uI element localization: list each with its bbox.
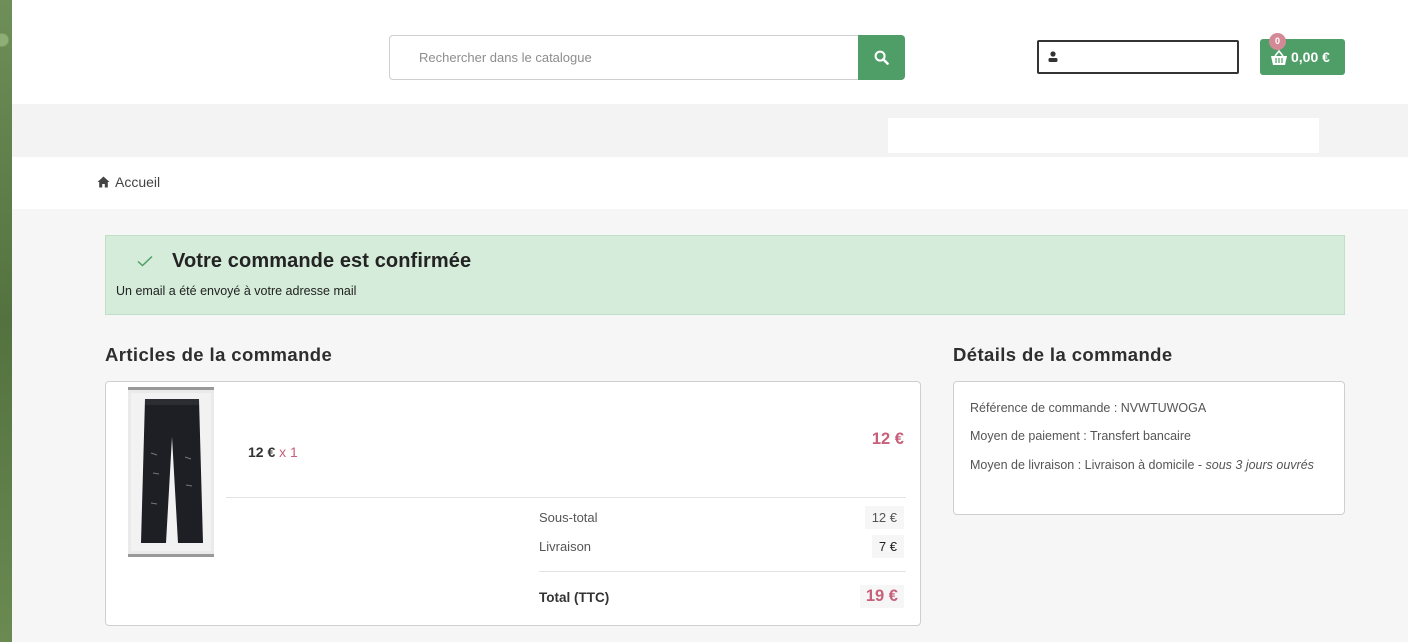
item-line-total: 12 €: [871, 430, 904, 448]
shipping-value: 7 €: [871, 535, 904, 558]
order-details-card: Référence de commande : NVWTUWOGA Moyen …: [953, 381, 1345, 515]
check-icon: [137, 255, 153, 267]
shipping-method: Moyen de livraison : Livraison à domicil…: [970, 456, 1330, 475]
breadcrumb-bar: Accueil: [12, 157, 1408, 209]
total-value: 19 €: [859, 585, 904, 608]
home-icon: [97, 176, 110, 188]
search-input[interactable]: [390, 36, 858, 79]
articles-heading: Articles de la commande: [105, 344, 333, 365]
search-button[interactable]: [858, 35, 905, 80]
divider: [539, 571, 906, 572]
shipping-method-label: Moyen de livraison : Livraison à domicil…: [970, 458, 1206, 472]
divider: [226, 497, 906, 498]
alert-title: Votre commande est confirmée: [172, 250, 472, 272]
account-button[interactable]: [1037, 40, 1239, 74]
user-icon: [1048, 51, 1058, 62]
unit-price-value: 12 €: [248, 444, 276, 460]
order-reference: Référence de commande : NVWTUWOGA: [970, 401, 1207, 415]
subtotal-value: 12 €: [864, 506, 904, 529]
product-image[interactable]: [128, 387, 214, 557]
item-unit-price: 12 € x 1: [248, 444, 298, 460]
search-bar: [389, 35, 905, 80]
breadcrumb-home-link[interactable]: Accueil: [115, 174, 160, 190]
order-items-card: 12 € x 1 12 € Sous-total 12 € Livraison …: [105, 381, 921, 626]
top-header: 0 0,00 €: [12, 0, 1408, 104]
shipping-label: Livraison: [539, 539, 592, 554]
search-icon: [874, 50, 889, 65]
alert-message: Un email a été envoyé à votre adresse ma…: [116, 284, 357, 298]
basket-icon: [1271, 50, 1287, 65]
jeans-image: [131, 393, 211, 551]
menu-blank-area: [888, 118, 1319, 153]
payment-method: Moyen de paiement : Transfert bancaire: [970, 429, 1191, 443]
main-menu-bar: [12, 104, 1408, 157]
item-quantity: x 1: [279, 444, 298, 460]
order-confirmed-alert: Votre commande est confirmée Un email a …: [105, 235, 1345, 315]
details-heading: Détails de la commande: [953, 344, 1173, 365]
cart-count-badge: 0: [1269, 33, 1286, 50]
subtotal-label: Sous-total: [539, 510, 598, 525]
page: 0 0,00 € Accueil Votre commande est conf…: [12, 0, 1408, 642]
shipping-delay: sous 3 jours ouvrés: [1205, 458, 1314, 472]
cart-button[interactable]: 0 0,00 €: [1260, 33, 1345, 75]
cart-amount: 0,00 €: [1291, 49, 1330, 65]
total-label: Total (TTC): [539, 590, 610, 605]
breadcrumb[interactable]: Accueil: [97, 174, 160, 190]
